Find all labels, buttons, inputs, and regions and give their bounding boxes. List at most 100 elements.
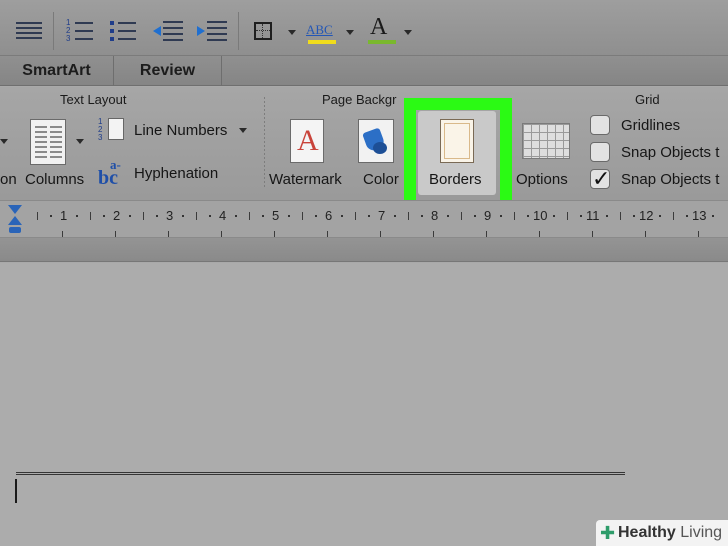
- ruler-tick: [168, 231, 169, 237]
- ruler-tick: [327, 231, 328, 237]
- chevron-down-icon[interactable]: [76, 139, 84, 144]
- ruler-number: 10: [533, 208, 548, 223]
- ruler-tick: [673, 212, 674, 220]
- ruler-tick: [447, 215, 449, 217]
- ruler-tick: [76, 215, 78, 217]
- chevron-down-icon[interactable]: [0, 139, 8, 144]
- chevron-down-icon[interactable]: [288, 30, 296, 35]
- ruler-tick: [380, 231, 381, 237]
- spelling-glyph: ABC: [306, 22, 333, 37]
- layout-ribbon: Text Layout on Columns 1 2 3 Line Number…: [0, 87, 728, 200]
- ruler-tick: [433, 231, 434, 237]
- ruler-tick: [341, 215, 343, 217]
- grid-options-icon[interactable]: [522, 123, 570, 159]
- chevron-down-icon[interactable]: [239, 128, 247, 133]
- ruler-number: 8: [431, 208, 439, 223]
- numbered-list-icon[interactable]: 123: [66, 19, 94, 43]
- gridlines-label: Gridlines: [621, 117, 681, 134]
- ruler-tick: [209, 215, 211, 217]
- borders-highlight: [404, 98, 512, 214]
- hyphenation-icon[interactable]: a- bc: [98, 157, 128, 189]
- chevron-down-icon[interactable]: [346, 30, 354, 35]
- ruler-tick: [156, 215, 158, 217]
- ruler-number: 12: [639, 208, 654, 223]
- ruler-tick: [143, 212, 144, 220]
- snap-objects-checkbox-1[interactable]: [590, 142, 610, 162]
- indent-marker-icon[interactable]: [8, 205, 22, 235]
- decrease-indent-icon[interactable]: [153, 19, 183, 43]
- ruler-tick: [249, 212, 250, 220]
- columns-icon[interactable]: [30, 119, 66, 165]
- increase-indent-icon[interactable]: [197, 19, 227, 43]
- line-numbers-button[interactable]: Line Numbers: [134, 122, 227, 139]
- ruler-tick: [129, 215, 131, 217]
- format-toolbar: 123 ABC A: [0, 0, 728, 56]
- borders-toolbar-icon[interactable]: [254, 22, 272, 40]
- ruler-tick: [235, 215, 237, 217]
- ruler-number: 3: [166, 208, 174, 223]
- text-cursor: [15, 479, 17, 503]
- ruler-tick: [514, 212, 515, 220]
- ruler-number: 11: [586, 208, 600, 223]
- ruler-number: 1: [60, 208, 68, 223]
- ruler-tick: [474, 215, 476, 217]
- grid-options-button[interactable]: Options: [516, 171, 568, 188]
- watermark-brand-bold: Healthy: [618, 524, 676, 541]
- ruler-tick: [698, 231, 699, 237]
- group-separator: [264, 97, 265, 189]
- toolbar-separator: [53, 12, 54, 50]
- ribbon-tabs: SmartArt Review: [0, 56, 728, 86]
- justify-icon[interactable]: [16, 22, 42, 42]
- gridlines-checkbox[interactable]: [590, 115, 610, 135]
- ruler-tick: [659, 215, 661, 217]
- chevron-down-icon[interactable]: [404, 30, 412, 35]
- spelling-icon[interactable]: ABC: [306, 22, 338, 46]
- ruler-tick: [712, 215, 714, 217]
- tab-review[interactable]: Review: [114, 56, 222, 86]
- ruler-tick: [686, 215, 688, 217]
- ruler-tick: [606, 215, 608, 217]
- ruler-tick: [580, 215, 582, 217]
- ruler-tick: [461, 212, 462, 220]
- ruler-tick: [50, 215, 52, 217]
- checkmark-icon: ✓: [592, 166, 611, 191]
- bulleted-list-icon[interactable]: [110, 19, 138, 43]
- tab-smartart[interactable]: SmartArt: [0, 56, 114, 86]
- ruler-number: 2: [113, 208, 121, 223]
- ruler-tick: [90, 212, 91, 220]
- page-color-button[interactable]: Color: [363, 171, 399, 188]
- hyphenation-button[interactable]: Hyphenation: [134, 165, 218, 182]
- ruler-tick: [355, 212, 356, 220]
- ruler-tick: [103, 215, 105, 217]
- ruler-number: 4: [219, 208, 227, 223]
- watermark-glyph: A: [297, 124, 319, 157]
- ruler-tick: [394, 215, 396, 217]
- ruler-tick: [408, 212, 409, 220]
- snap-objects-label-1: Snap Objects t: [621, 144, 720, 161]
- document-page[interactable]: [0, 263, 728, 546]
- font-color-glyph: A: [370, 14, 388, 40]
- ruler-tick: [421, 215, 423, 217]
- ruler-tick: [315, 215, 317, 217]
- ruler-tick: [62, 231, 63, 237]
- ruler-tick: [302, 212, 303, 220]
- font-color-icon[interactable]: A: [368, 14, 396, 46]
- group-title-grid: Grid: [635, 92, 660, 107]
- orientation-label[interactable]: on: [0, 171, 17, 188]
- columns-button[interactable]: Columns: [25, 171, 84, 188]
- ruler-tick: [592, 231, 593, 237]
- ruler-tick: [274, 231, 275, 237]
- line-numbers-glyph: 1 2 3: [98, 117, 103, 142]
- horizontal-ruler[interactable]: 1 2 3 4 5 6 7 8 9 10 11 12 13: [0, 200, 728, 238]
- ruler-tick: [567, 212, 568, 220]
- ruler-tick: [182, 215, 184, 217]
- line-numbers-icon[interactable]: 1 2 3: [98, 118, 126, 142]
- page-border-line: [16, 472, 625, 475]
- watermark-button[interactable]: Watermark: [269, 171, 342, 188]
- font-color-bar: [368, 40, 396, 44]
- snap-objects-label-2: Snap Objects t: [621, 171, 720, 188]
- snap-objects-checkbox-2[interactable]: ✓: [590, 166, 611, 191]
- watermark-icon[interactable]: A: [290, 119, 324, 163]
- page-color-icon[interactable]: [358, 119, 394, 163]
- group-title-page-background: Page Backgr: [322, 92, 397, 107]
